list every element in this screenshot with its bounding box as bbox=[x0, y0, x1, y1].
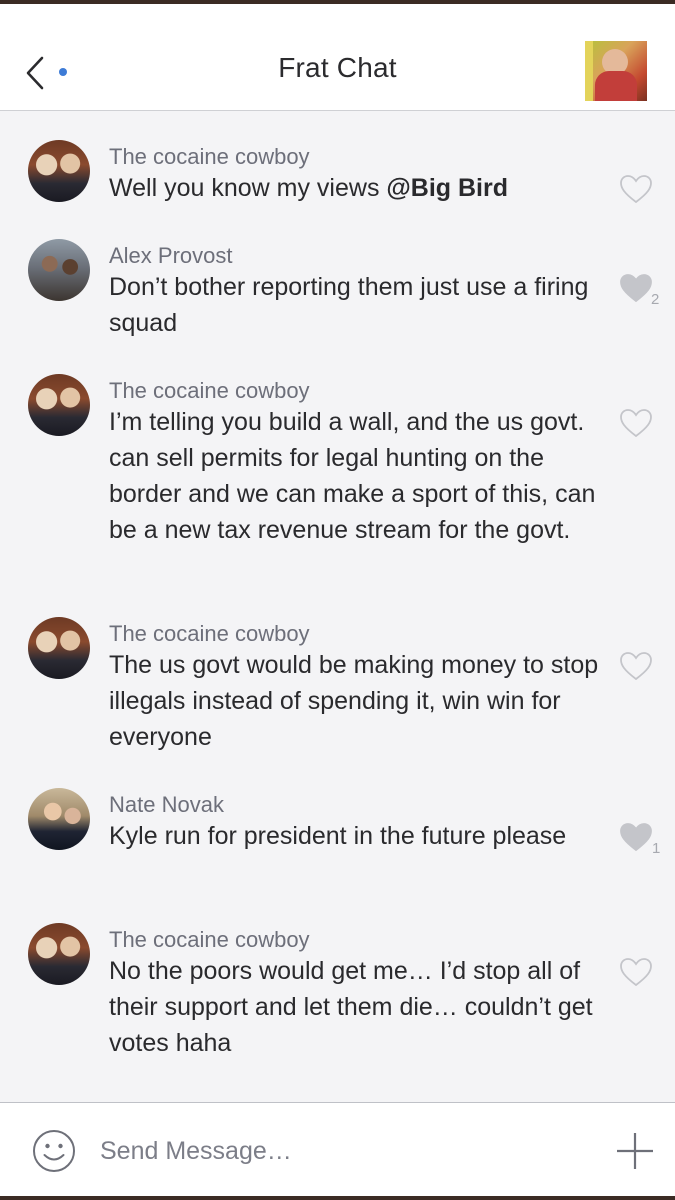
heart-icon[interactable] bbox=[619, 408, 653, 438]
avatar[interactable] bbox=[28, 617, 90, 679]
message-text: Don’t bother reporting them just use a f… bbox=[109, 273, 589, 337]
send-message-input[interactable] bbox=[100, 1133, 580, 1169]
like-count: 2 bbox=[651, 291, 660, 308]
heart-icon[interactable] bbox=[619, 174, 653, 204]
chat-screen: Frat Chat The cocaine cowboy Well you kn… bbox=[0, 4, 675, 1196]
sender-name[interactable]: The cocaine cowboy bbox=[109, 378, 310, 404]
heart-icon[interactable] bbox=[619, 273, 653, 303]
like-count: 1 bbox=[652, 840, 661, 857]
sender-name[interactable]: Nate Novak bbox=[109, 792, 224, 818]
message-text: No the poors would get me… I’d stop all … bbox=[109, 957, 593, 1057]
avatar[interactable] bbox=[28, 374, 90, 436]
message-text: The us govt would be making money to sto… bbox=[109, 651, 599, 751]
header-bar: Frat Chat bbox=[0, 4, 675, 111]
group-avatar[interactable] bbox=[585, 41, 647, 101]
plus-icon[interactable] bbox=[615, 1131, 655, 1171]
smiley-icon[interactable] bbox=[32, 1129, 76, 1173]
heart-icon[interactable] bbox=[619, 822, 653, 852]
heart-icon[interactable] bbox=[619, 957, 653, 987]
message-text: I’m telling you build a wall, and the us… bbox=[109, 408, 596, 544]
sender-name[interactable]: The cocaine cowboy bbox=[109, 144, 310, 170]
message-item: The cocaine cowboy I’m telling you build… bbox=[0, 368, 675, 588]
page-title: Frat Chat bbox=[278, 52, 397, 83]
message-item: The cocaine cowboy No the poors would ge… bbox=[0, 917, 675, 1067]
message-item: Alex Provost Don’t bother reporting them… bbox=[0, 233, 675, 353]
message-item: Nate Novak Kyle run for president in the… bbox=[0, 782, 675, 902]
mention[interactable]: @Big Bird bbox=[386, 174, 508, 202]
avatar[interactable] bbox=[28, 239, 90, 301]
message-text: Well you know my views @Big Bird bbox=[109, 174, 509, 202]
message-composer bbox=[0, 1102, 675, 1196]
heart-icon[interactable] bbox=[619, 651, 653, 681]
message-item: The cocaine cowboy Well you know my view… bbox=[0, 134, 675, 224]
avatar[interactable] bbox=[28, 923, 90, 985]
message-item: The cocaine cowboy The us govt would be … bbox=[0, 611, 675, 761]
avatar[interactable] bbox=[28, 788, 90, 850]
sender-name[interactable]: The cocaine cowboy bbox=[109, 927, 310, 953]
sender-name[interactable]: Alex Provost bbox=[109, 243, 233, 269]
avatar[interactable] bbox=[28, 140, 90, 202]
message-text: Kyle run for president in the future ple… bbox=[109, 822, 567, 850]
sender-name[interactable]: The cocaine cowboy bbox=[109, 621, 310, 647]
